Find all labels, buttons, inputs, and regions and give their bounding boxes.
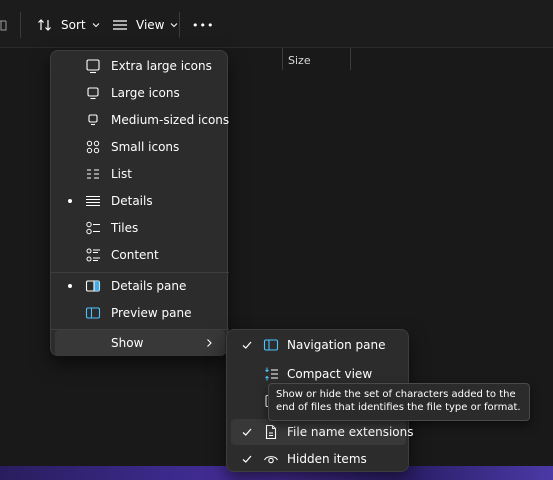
tiles-icon <box>85 220 101 236</box>
selected-bullet-icon <box>68 284 72 288</box>
sort-button[interactable]: Sort <box>37 12 100 38</box>
check-icon <box>241 339 253 351</box>
details-pane-icon <box>85 278 101 294</box>
menu-item-extra-large-icons[interactable]: Extra large icons <box>55 53 225 79</box>
menu-item-label: Medium-sized icons <box>111 113 230 127</box>
command-bar: Sort View ••• <box>0 0 553 48</box>
submenu-item-label: Hidden items <box>287 452 367 466</box>
delete-icon[interactable] <box>0 17 8 33</box>
list-icon <box>85 166 101 182</box>
menu-item-label: Extra large icons <box>111 59 212 73</box>
submenu-item-label: File name extensions <box>287 425 414 439</box>
toolbar-separator <box>179 12 180 38</box>
content-icon <box>85 247 101 263</box>
large-icons-icon <box>85 85 101 101</box>
menu-item-medium-icons[interactable]: Medium-sized icons <box>55 107 229 133</box>
menu-item-label: Small icons <box>111 140 180 154</box>
menu-item-show[interactable]: Show <box>55 330 225 356</box>
menu-item-tiles[interactable]: Tiles <box>55 215 225 241</box>
details-icon <box>85 193 101 209</box>
menu-item-label: Preview pane <box>111 306 192 320</box>
menu-item-label: List <box>111 167 132 181</box>
chevron-down-icon <box>92 21 100 29</box>
compact-view-icon <box>263 366 279 382</box>
eye-icon <box>263 451 279 467</box>
menu-item-label: Details pane <box>111 279 187 293</box>
menu-item-preview-pane[interactable]: Preview pane <box>55 300 225 326</box>
check-icon <box>241 453 253 465</box>
chevron-down-icon <box>170 21 178 29</box>
menu-item-label: Details <box>111 194 153 208</box>
check-icon <box>241 426 253 438</box>
sort-icon <box>37 17 53 33</box>
column-divider[interactable] <box>350 48 351 70</box>
toolbar-separator <box>20 12 21 38</box>
submenu-item-file-name-extensions[interactable]: File name extensions <box>231 419 414 445</box>
submenu-item-navigation-pane[interactable]: Navigation pane <box>231 332 406 358</box>
menu-item-content[interactable]: Content <box>55 242 225 268</box>
submenu-item-label: Navigation pane <box>287 338 386 352</box>
menu-item-small-icons[interactable]: Small icons <box>55 134 225 160</box>
menu-item-details-pane[interactable]: Details pane <box>55 273 225 299</box>
menu-item-label: Show <box>111 336 144 350</box>
submenu-item-label: Compact view <box>287 367 373 381</box>
column-header-size[interactable]: Size <box>288 54 311 67</box>
column-divider[interactable] <box>282 48 283 70</box>
more-options-button[interactable]: ••• <box>192 12 214 38</box>
preview-pane-icon <box>85 305 101 321</box>
submenu-item-hidden-items[interactable]: Hidden items <box>231 446 406 472</box>
file-icon <box>263 424 279 440</box>
chevron-right-icon <box>205 338 213 348</box>
medium-icons-icon <box>85 112 101 128</box>
selected-bullet-icon <box>68 199 72 203</box>
menu-item-label: Content <box>111 248 159 262</box>
small-icons-icon <box>85 139 101 155</box>
view-lines-icon <box>112 17 128 33</box>
view-menu: Extra large icons Large icons Medium-siz… <box>50 50 229 356</box>
extra-large-icons-icon <box>85 58 101 74</box>
menu-item-large-icons[interactable]: Large icons <box>55 80 225 106</box>
menu-item-label: Tiles <box>111 221 139 235</box>
menu-item-list[interactable]: List <box>55 161 225 187</box>
tooltip: Show or hide the set of characters added… <box>268 383 530 421</box>
menu-item-details[interactable]: Details <box>55 188 225 214</box>
sort-label: Sort <box>61 18 86 32</box>
view-button[interactable]: View <box>112 12 178 38</box>
navigation-pane-icon <box>263 337 279 353</box>
view-label: View <box>136 18 165 32</box>
menu-item-label: Large icons <box>111 86 180 100</box>
more-icon: ••• <box>192 18 215 32</box>
